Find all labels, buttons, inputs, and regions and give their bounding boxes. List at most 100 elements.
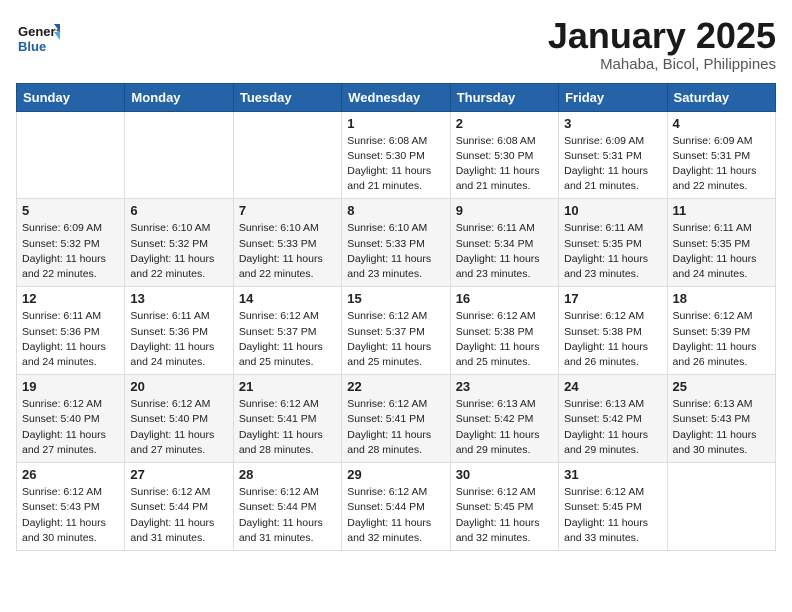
calendar-cell: 10 Sunrise: 6:11 AMSunset: 5:35 PMDayligh…	[559, 199, 667, 287]
calendar-cell: 3 Sunrise: 6:09 AMSunset: 5:31 PMDaylight…	[559, 111, 667, 199]
day-info: Sunrise: 6:12 AMSunset: 5:38 PMDaylight:…	[564, 309, 661, 370]
day-number: 18	[673, 291, 770, 306]
weekday-header-row: SundayMondayTuesdayWednesdayThursdayFrid…	[17, 83, 776, 111]
calendar-cell: 15 Sunrise: 6:12 AMSunset: 5:37 PMDayligh…	[342, 287, 450, 375]
logo-icon: General Blue	[16, 16, 60, 60]
calendar-cell: 19Sunrise: 6:12 AMSunset: 5:40 PMDayligh…	[17, 375, 125, 463]
calendar-cell: 7 Sunrise: 6:10 AMSunset: 5:33 PMDaylight…	[233, 199, 341, 287]
day-number: 26	[22, 467, 119, 482]
day-number: 5	[22, 203, 119, 218]
month-title: January 2025	[548, 16, 776, 56]
calendar-cell: 26 Sunrise: 6:12 AMSunset: 5:43 PMDayligh…	[17, 463, 125, 551]
calendar-cell: 23Sunrise: 6:13 AMSunset: 5:42 PMDayligh…	[450, 375, 558, 463]
day-number: 2	[456, 116, 553, 131]
day-info: Sunrise: 6:12 AMSunset: 5:44 PMDaylight:…	[130, 485, 227, 546]
weekday-header-wednesday: Wednesday	[342, 83, 450, 111]
day-info: Sunrise: 6:12 AMSunset: 5:39 PMDaylight:…	[673, 309, 770, 370]
day-info: Sunrise: 6:10 AMSunset: 5:33 PMDaylight:…	[347, 221, 444, 282]
day-number: 3	[564, 116, 661, 131]
day-info: Sunrise: 6:12 AMSunset: 5:41 PMDaylight:…	[239, 397, 336, 458]
location: Mahaba, Bicol, Philippines	[548, 56, 776, 73]
calendar-cell: 4Sunrise: 6:09 AMSunset: 5:31 PMDaylight…	[667, 111, 775, 199]
day-number: 7	[239, 203, 336, 218]
day-info: Sunrise: 6:10 AMSunset: 5:33 PMDaylight:…	[239, 221, 336, 282]
calendar-cell: 5 Sunrise: 6:09 AMSunset: 5:32 PMDaylight…	[17, 199, 125, 287]
calendar-cell: 24Sunrise: 6:13 AMSunset: 5:42 PMDayligh…	[559, 375, 667, 463]
day-number: 16	[456, 291, 553, 306]
day-info: Sunrise: 6:12 AMSunset: 5:37 PMDaylight:…	[239, 309, 336, 370]
day-number: 25	[673, 379, 770, 394]
day-number: 13	[130, 291, 227, 306]
day-info: Sunrise: 6:12 AMSunset: 5:44 PMDaylight:…	[347, 485, 444, 546]
calendar-cell: 31Sunrise: 6:12 AMSunset: 5:45 PMDayligh…	[559, 463, 667, 551]
calendar-week-3: 12 Sunrise: 6:11 AMSunset: 5:36 PMDayligh…	[17, 287, 776, 375]
calendar-week-5: 26 Sunrise: 6:12 AMSunset: 5:43 PMDayligh…	[17, 463, 776, 551]
day-info: Sunrise: 6:12 AMSunset: 5:37 PMDaylight:…	[347, 309, 444, 370]
day-info: Sunrise: 6:09 AMSunset: 5:31 PMDaylight:…	[564, 134, 661, 195]
day-number: 11	[673, 203, 770, 218]
calendar-week-1: 1 Sunrise: 6:08 AMSunset: 5:30 PMDaylight…	[17, 111, 776, 199]
calendar-cell	[125, 111, 233, 199]
day-number: 31	[564, 467, 661, 482]
calendar-cell: 25 Sunrise: 6:13 AMSunset: 5:43 PMDayligh…	[667, 375, 775, 463]
day-number: 21	[239, 379, 336, 394]
day-info: Sunrise: 6:12 AMSunset: 5:43 PMDaylight:…	[22, 485, 119, 546]
day-number: 8	[347, 203, 444, 218]
calendar-cell: 21 Sunrise: 6:12 AMSunset: 5:41 PMDayligh…	[233, 375, 341, 463]
calendar-week-4: 19Sunrise: 6:12 AMSunset: 5:40 PMDayligh…	[17, 375, 776, 463]
day-number: 10	[564, 203, 661, 218]
title-block: January 2025 Mahaba, Bicol, Philippines	[548, 16, 776, 73]
svg-text:Blue: Blue	[18, 39, 46, 54]
calendar-cell: 11 Sunrise: 6:11 AMSunset: 5:35 PMDayligh…	[667, 199, 775, 287]
calendar-cell: 8 Sunrise: 6:10 AMSunset: 5:33 PMDaylight…	[342, 199, 450, 287]
day-number: 12	[22, 291, 119, 306]
day-number: 1	[347, 116, 444, 131]
weekday-header-sunday: Sunday	[17, 83, 125, 111]
calendar-cell: 2 Sunrise: 6:08 AMSunset: 5:30 PMDaylight…	[450, 111, 558, 199]
day-info: Sunrise: 6:13 AMSunset: 5:43 PMDaylight:…	[673, 397, 770, 458]
day-number: 6	[130, 203, 227, 218]
day-info: Sunrise: 6:11 AMSunset: 5:36 PMDaylight:…	[130, 309, 227, 370]
calendar-table: SundayMondayTuesdayWednesdayThursdayFrid…	[16, 83, 776, 551]
day-number: 27	[130, 467, 227, 482]
day-info: Sunrise: 6:09 AMSunset: 5:32 PMDaylight:…	[22, 221, 119, 282]
calendar-cell	[667, 463, 775, 551]
day-info: Sunrise: 6:12 AMSunset: 5:44 PMDaylight:…	[239, 485, 336, 546]
calendar-cell: 16 Sunrise: 6:12 AMSunset: 5:38 PMDayligh…	[450, 287, 558, 375]
calendar-cell: 18 Sunrise: 6:12 AMSunset: 5:39 PMDayligh…	[667, 287, 775, 375]
day-info: Sunrise: 6:13 AMSunset: 5:42 PMDaylight:…	[456, 397, 553, 458]
day-info: Sunrise: 6:12 AMSunset: 5:38 PMDaylight:…	[456, 309, 553, 370]
calendar-cell: 12 Sunrise: 6:11 AMSunset: 5:36 PMDayligh…	[17, 287, 125, 375]
calendar-cell: 1Sunrise: 6:08 AMSunset: 5:30 PMDaylight…	[342, 111, 450, 199]
svg-text:General: General	[18, 24, 60, 39]
day-info: Sunrise: 6:11 AMSunset: 5:35 PMDaylight:…	[673, 221, 770, 282]
calendar-cell	[233, 111, 341, 199]
day-number: 14	[239, 291, 336, 306]
calendar-cell: 22Sunrise: 6:12 AMSunset: 5:41 PMDayligh…	[342, 375, 450, 463]
calendar-cell: 27 Sunrise: 6:12 AMSunset: 5:44 PMDayligh…	[125, 463, 233, 551]
day-info: Sunrise: 6:12 AMSunset: 5:40 PMDaylight:…	[130, 397, 227, 458]
day-number: 30	[456, 467, 553, 482]
calendar-cell: 9Sunrise: 6:11 AMSunset: 5:34 PMDaylight…	[450, 199, 558, 287]
page-header: General Blue January 2025 Mahaba, Bicol,…	[16, 16, 776, 73]
day-number: 20	[130, 379, 227, 394]
day-info: Sunrise: 6:08 AMSunset: 5:30 PMDaylight:…	[456, 134, 553, 195]
day-number: 28	[239, 467, 336, 482]
day-info: Sunrise: 6:10 AMSunset: 5:32 PMDaylight:…	[130, 221, 227, 282]
calendar-cell: 30Sunrise: 6:12 AMSunset: 5:45 PMDayligh…	[450, 463, 558, 551]
logo: General Blue	[16, 16, 64, 60]
day-info: Sunrise: 6:11 AMSunset: 5:35 PMDaylight:…	[564, 221, 661, 282]
calendar-week-2: 5 Sunrise: 6:09 AMSunset: 5:32 PMDaylight…	[17, 199, 776, 287]
weekday-header-thursday: Thursday	[450, 83, 558, 111]
day-number: 9	[456, 203, 553, 218]
calendar-cell: 20 Sunrise: 6:12 AMSunset: 5:40 PMDayligh…	[125, 375, 233, 463]
day-info: Sunrise: 6:11 AMSunset: 5:36 PMDaylight:…	[22, 309, 119, 370]
day-number: 4	[673, 116, 770, 131]
day-number: 29	[347, 467, 444, 482]
day-info: Sunrise: 6:12 AMSunset: 5:40 PMDaylight:…	[22, 397, 119, 458]
day-number: 17	[564, 291, 661, 306]
day-number: 22	[347, 379, 444, 394]
weekday-header-friday: Friday	[559, 83, 667, 111]
calendar-cell: 14 Sunrise: 6:12 AMSunset: 5:37 PMDayligh…	[233, 287, 341, 375]
day-number: 15	[347, 291, 444, 306]
